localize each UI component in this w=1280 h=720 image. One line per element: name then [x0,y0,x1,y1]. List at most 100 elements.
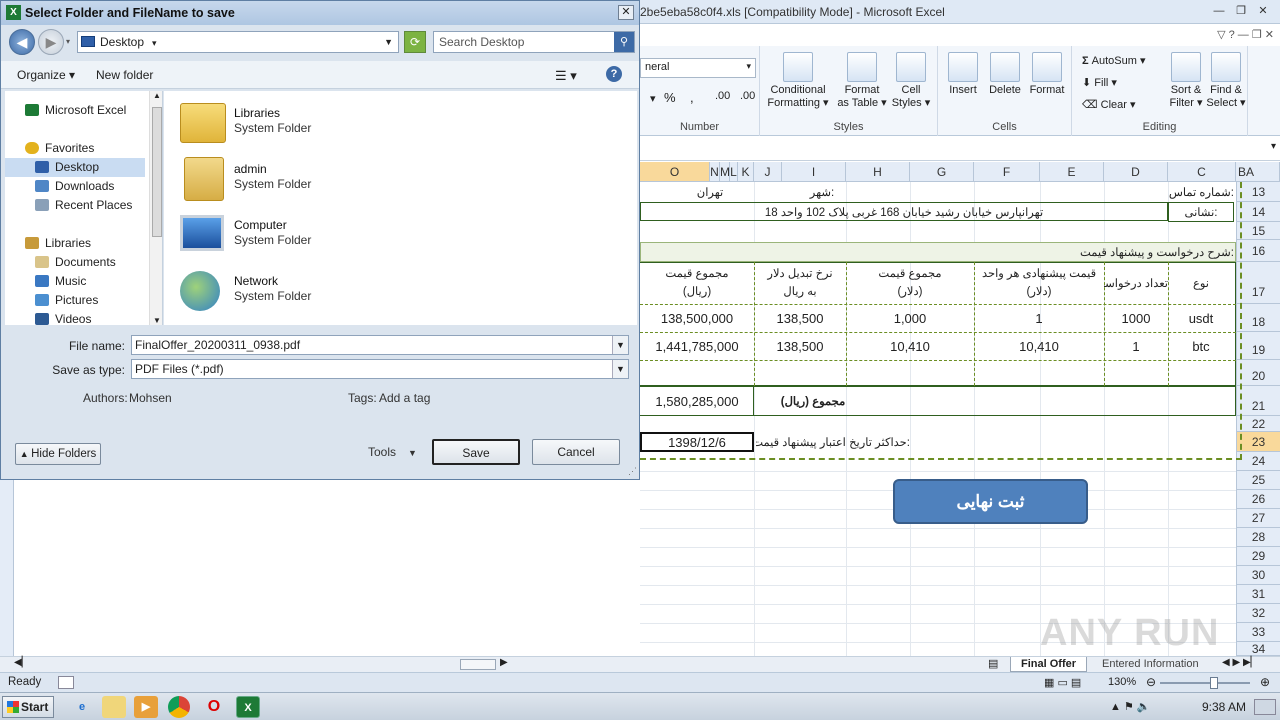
table-cell[interactable]: 1,441,785,000 [640,332,754,360]
change-view-icon[interactable]: ☰ ▾ [555,68,577,84]
table-cell[interactable]: btc [1168,332,1234,360]
nav-item-music[interactable]: Music [5,272,145,291]
organize-menu[interactable]: Organize ▾ [17,68,75,82]
row-header[interactable]: 32 [1236,604,1280,623]
file-item-libraries[interactable]: Libraries System Folder [180,97,420,149]
refresh-button[interactable]: ⟳ [404,31,426,53]
excel-taskbar-icon[interactable]: X [236,696,260,718]
restore-button[interactable]: ❐ [1232,4,1250,18]
row-header[interactable]: 16 [1236,240,1280,262]
tray-icons[interactable]: ▲ ⚑ 🔈 [1110,700,1151,713]
column-header[interactable]: G [910,162,974,182]
view-buttons[interactable]: ▦ ▭ ▤ [1044,676,1081,689]
column-header[interactable]: I [782,162,846,182]
row-header[interactable]: 28 [1236,528,1280,547]
back-button[interactable]: ◀ [9,29,35,55]
address-bar[interactable]: Desktop ▾ ▼ [77,31,399,53]
column-header[interactable]: L [730,162,738,182]
row-header[interactable]: 14 [1236,202,1280,222]
sort-filter-button[interactable]: Sort & Filter ▾ [1166,52,1206,110]
row-header[interactable]: 24 [1236,452,1280,471]
delete-button[interactable]: Delete [984,52,1026,97]
column-header[interactable]: F [974,162,1040,182]
macro-record-icon[interactable] [58,676,74,689]
table-cell[interactable]: 1000 [1104,304,1168,332]
row-header[interactable]: 13 [1236,182,1280,202]
table-cell[interactable]: 10,410 [846,332,974,360]
scroll-down-arrow[interactable]: ▼ [153,316,161,325]
nav-item-videos[interactable]: Videos [5,310,145,325]
row-header[interactable]: 15 [1236,222,1280,240]
zoom-level[interactable]: 130% [1108,676,1136,688]
save-button[interactable]: Save [432,439,520,465]
sheet-nav-arrows[interactable]: ◀ ▶ ▶▏ [1222,657,1258,668]
minimize-button[interactable]: — [1210,4,1228,18]
row-header[interactable]: 25 [1236,471,1280,490]
grand-total-value[interactable]: 1,580,285,000 [640,386,754,416]
expand-formula-bar-icon[interactable]: ▾ [1271,141,1276,152]
tools-menu[interactable]: Tools ▼ [368,445,417,459]
table-cell[interactable]: 1,000 [846,304,974,332]
nav-item-favorites[interactable]: Favorites [5,139,145,158]
hide-folders-button[interactable]: ▲ Hide Folders [15,443,101,465]
column-header[interactable]: K [738,162,754,182]
cell-styles-button[interactable]: Cell Styles ▾ [888,52,934,110]
table-cell[interactable]: 138,500 [754,332,846,360]
ribbon-window-controls[interactable]: ▽ ? — ❐ ✕ [1217,28,1274,41]
row-header[interactable]: 17 [1236,262,1280,304]
column-header[interactable]: M [720,162,730,182]
row-header[interactable]: 30 [1236,566,1280,585]
authors-value[interactable]: Mohsen [129,391,172,405]
row-header[interactable]: 19 [1236,332,1280,360]
scroll-left-arrow[interactable]: ◀▏ [14,657,29,668]
table-cell[interactable]: 138,500 [754,304,846,332]
nav-item-libraries[interactable]: Libraries [5,234,145,253]
file-item-computer[interactable]: Computer System Folder [180,209,420,261]
row-header[interactable]: 21 [1236,386,1280,416]
media-player-icon[interactable]: ▶ [134,696,158,718]
validity-date-cell[interactable]: 1398/12/6 [640,432,754,452]
forward-button[interactable]: ▶ [38,29,64,55]
submit-final-button[interactable]: ثبت نهایی [893,479,1088,524]
file-explorer-icon[interactable] [102,696,126,718]
tags-value[interactable]: Add a tag [379,391,430,405]
insert-button[interactable]: Insert [942,52,984,97]
column-header[interactable]: J [754,162,782,182]
search-icon[interactable]: ⚲ [614,32,634,52]
column-header[interactable]: N [710,162,720,182]
column-header[interactable]: BA [1236,162,1280,182]
row-header[interactable]: 31 [1236,585,1280,604]
worksheet-grid-left[interactable] [0,480,640,656]
new-folder-button[interactable]: New folder [96,68,153,82]
autosum-button[interactable]: Σ AutoSum ▾ [1082,54,1146,67]
file-item-network[interactable]: Network System Folder [180,265,420,317]
close-button[interactable]: ✕ [1254,4,1272,18]
opera-icon[interactable]: O [202,696,226,718]
zoom-out-icon[interactable]: ⊖ [1146,675,1156,689]
show-desktop-button[interactable] [1254,699,1276,715]
row-header[interactable]: 27 [1236,509,1280,528]
row-header[interactable]: 33 [1236,623,1280,642]
column-header[interactable]: O [640,162,710,182]
row-header[interactable]: 22 [1236,416,1280,432]
chrome-icon[interactable] [168,696,190,718]
zoom-slider-thumb[interactable] [1210,677,1218,689]
format-button[interactable]: Format [1026,52,1068,97]
help-icon[interactable]: ? [606,66,622,82]
breadcrumb-chevron-icon[interactable]: ▾ [152,38,157,48]
table-cell[interactable]: 10,410 [974,332,1104,360]
row-header[interactable]: 20 [1236,360,1280,386]
clear-button[interactable]: ⌫ Clear ▾ [1082,98,1136,111]
format-as-table-button[interactable]: Format as Table ▾ [836,52,888,110]
address-dropdown-icon[interactable]: ▼ [384,32,393,52]
resize-grip-icon[interactable]: ⋰ [628,466,637,477]
row-header[interactable]: 23 [1236,432,1280,452]
sheet-tab-entered-information[interactable]: Entered Information [1092,657,1209,672]
zoom-slider[interactable] [1160,682,1250,684]
file-name-input[interactable]: FinalOffer_20200311_0938.pdf ▼ [131,335,629,355]
insert-sheet-icon[interactable]: ▤ [988,657,998,670]
sheet-tab-final-offer[interactable]: Final Offer [1010,657,1088,672]
nav-scrollbar[interactable]: ▲ ▼ [149,91,162,325]
nav-item-pictures[interactable]: Pictures [5,291,145,310]
dialog-close-button[interactable]: ✕ [618,5,634,20]
